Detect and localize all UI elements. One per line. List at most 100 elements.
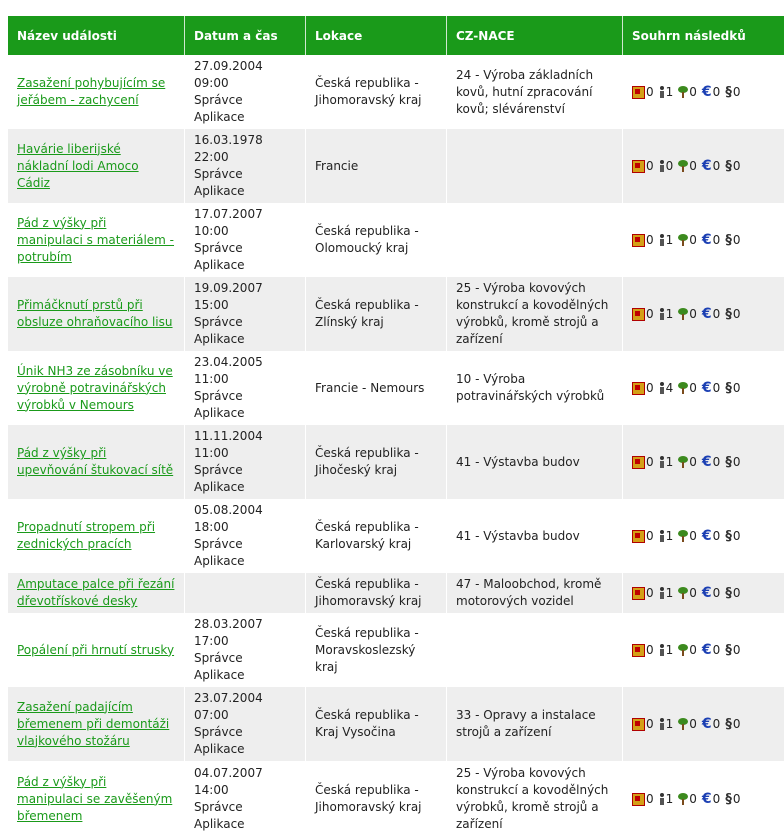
euro-count: 0 bbox=[713, 232, 721, 249]
col-header-consequences[interactable]: Souhrn následků bbox=[623, 16, 784, 55]
nace-cell: 41 - Výstavba budov bbox=[447, 499, 623, 573]
law-count: 0 bbox=[733, 791, 741, 808]
law-count: 0 bbox=[733, 84, 741, 101]
location-cell: Česká republika - Jihomoravský kraj bbox=[306, 55, 447, 129]
injured-people-icon bbox=[659, 86, 665, 98]
injured-people-icon bbox=[659, 793, 665, 805]
law-count: 0 bbox=[733, 454, 741, 471]
table-row: Havárie liberijské nákladní lodi Amoco C… bbox=[8, 129, 784, 203]
consequences-cell: 010€0§0 bbox=[623, 761, 784, 837]
location-cell: Česká republika - Jihomoravský kraj bbox=[306, 573, 447, 613]
event-link[interactable]: Pád z výšky při upevňování štukovací sít… bbox=[17, 446, 173, 477]
paragraph-icon: § bbox=[725, 528, 732, 545]
environment-damage-icon bbox=[678, 456, 688, 468]
event-link[interactable]: Popálení při hrnutí strusky bbox=[17, 643, 174, 657]
event-author: Správce Aplikace bbox=[194, 799, 296, 833]
injured-people-icon bbox=[659, 530, 665, 542]
location-cell: Česká republika - Kraj Vysočina bbox=[306, 687, 447, 761]
event-date: 05.08.2004 18:00 bbox=[194, 502, 296, 536]
date-cell: 19.09.2007 15:00Správce Aplikace bbox=[185, 277, 306, 351]
col-header-cz-nace[interactable]: CZ-NACE bbox=[447, 16, 623, 55]
injured-people-icon bbox=[659, 644, 665, 656]
table-row: Pád z výšky při upevňování štukovací sít… bbox=[8, 425, 784, 499]
event-author: Správce Aplikace bbox=[194, 166, 296, 200]
people-count: 1 bbox=[666, 232, 674, 249]
law-count: 0 bbox=[733, 306, 741, 323]
event-date: 27.09.2004 09:00 bbox=[194, 58, 296, 92]
event-author: Správce Aplikace bbox=[194, 314, 296, 348]
col-header-event-name[interactable]: Název události bbox=[8, 16, 185, 55]
euro-count: 0 bbox=[713, 158, 721, 175]
money-count: 0 bbox=[646, 642, 654, 659]
money-count: 0 bbox=[646, 158, 654, 175]
euro-icon: € bbox=[702, 380, 712, 397]
euro-icon: € bbox=[702, 306, 712, 323]
location-cell: Česká republika - Jihomoravský kraj bbox=[306, 761, 447, 837]
event-link[interactable]: Přimáčknutí prstů při obsluze ohraňovací… bbox=[17, 298, 173, 329]
event-link[interactable]: Propadnutí stropem při zednických pracíc… bbox=[17, 520, 155, 551]
money-count: 0 bbox=[646, 791, 654, 808]
location-cell: Česká republika - Moravskoslezský kraj bbox=[306, 613, 447, 687]
environment-damage-icon bbox=[678, 793, 688, 805]
date-cell: 27.09.2004 09:00Správce Aplikace bbox=[185, 55, 306, 129]
col-header-date-time[interactable]: Datum a čas bbox=[185, 16, 306, 55]
consequences-cell: 010€0§0 bbox=[623, 613, 784, 687]
people-count: 1 bbox=[666, 585, 674, 602]
location-cell: Česká republika - Jihočeský kraj bbox=[306, 425, 447, 499]
nace-cell: 47 - Maloobchod, kromě motorových vozide… bbox=[447, 573, 623, 613]
euro-icon: € bbox=[702, 642, 712, 659]
paragraph-icon: § bbox=[725, 158, 732, 175]
law-count: 0 bbox=[733, 158, 741, 175]
money-count: 0 bbox=[646, 84, 654, 101]
nace-cell: 10 - Výroba potravinářských výrobků bbox=[447, 351, 623, 425]
euro-icon: € bbox=[702, 585, 712, 602]
money-count: 0 bbox=[646, 585, 654, 602]
environment-damage-icon bbox=[678, 308, 688, 320]
injured-people-icon bbox=[659, 382, 665, 394]
nace-cell: 25 - Výroba kovových konstrukcí a kovodě… bbox=[447, 761, 623, 837]
event-date: 28.03.2007 17:00 bbox=[194, 616, 296, 650]
event-link[interactable]: Amputace palce při řezání dřevotřískové … bbox=[17, 577, 174, 608]
event-link[interactable]: Zasažení pohybujícím se jeřábem - zachyc… bbox=[17, 76, 165, 107]
people-count: 0 bbox=[666, 158, 674, 175]
environment-damage-icon bbox=[678, 382, 688, 394]
event-date: 17.07.2007 10:00 bbox=[194, 206, 296, 240]
event-author: Správce Aplikace bbox=[194, 724, 296, 758]
money-count: 0 bbox=[646, 716, 654, 733]
euro-count: 0 bbox=[713, 791, 721, 808]
consequences-cell: 010€0§0 bbox=[623, 499, 784, 573]
event-name-cell: Pád z výšky při manipulaci se zavěšeným … bbox=[8, 761, 185, 837]
table-row: Pád z výšky při manipulaci s materiálem … bbox=[8, 203, 784, 277]
event-link[interactable]: Havárie liberijské nákladní lodi Amoco C… bbox=[17, 142, 139, 190]
nace-cell: 33 - Opravy a instalace strojů a zařízen… bbox=[447, 687, 623, 761]
event-name-cell: Pád z výšky při upevňování štukovací sít… bbox=[8, 425, 185, 499]
event-link[interactable]: Pád z výšky při manipulaci s materiálem … bbox=[17, 216, 174, 264]
date-cell bbox=[185, 573, 306, 613]
event-author: Správce Aplikace bbox=[194, 92, 296, 126]
event-name-cell: Únik NH3 ze zásobníku ve výrobně potravi… bbox=[8, 351, 185, 425]
money-damage-icon bbox=[632, 234, 645, 247]
location-cell: Česká republika - Karlovarský kraj bbox=[306, 499, 447, 573]
table-row: Pád z výšky při manipulaci se zavěšeným … bbox=[8, 761, 784, 837]
location-cell: Francie bbox=[306, 129, 447, 203]
env-count: 0 bbox=[689, 232, 697, 249]
date-cell: 04.07.2007 14:00Správce Aplikace bbox=[185, 761, 306, 837]
consequences-cell: 010€0§0 bbox=[623, 55, 784, 129]
money-damage-icon bbox=[632, 587, 645, 600]
col-header-location[interactable]: Lokace bbox=[306, 16, 447, 55]
date-cell: 16.03.1978 22:00Správce Aplikace bbox=[185, 129, 306, 203]
env-count: 0 bbox=[689, 585, 697, 602]
consequences-cell: 000€0§0 bbox=[623, 129, 784, 203]
paragraph-icon: § bbox=[725, 380, 732, 397]
location-cell: Česká republika - Olomoucký kraj bbox=[306, 203, 447, 277]
consequences-cell: 010€0§0 bbox=[623, 425, 784, 499]
money-damage-icon bbox=[632, 793, 645, 806]
people-count: 1 bbox=[666, 454, 674, 471]
injured-people-icon bbox=[659, 308, 665, 320]
consequences-cell: 010€0§0 bbox=[623, 277, 784, 351]
event-link[interactable]: Pád z výšky při manipulaci se zavěšeným … bbox=[17, 775, 172, 823]
paragraph-icon: § bbox=[725, 306, 732, 323]
event-link[interactable]: Zasažení padajícím břemenem při demontáž… bbox=[17, 700, 169, 748]
env-count: 0 bbox=[689, 84, 697, 101]
event-link[interactable]: Únik NH3 ze zásobníku ve výrobně potravi… bbox=[17, 364, 173, 412]
